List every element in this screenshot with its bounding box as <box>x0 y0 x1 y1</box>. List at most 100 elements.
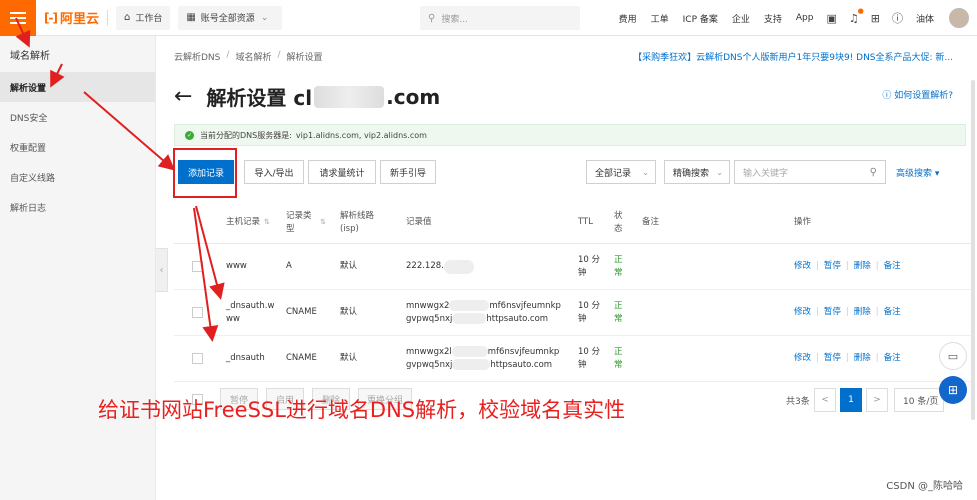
delete-action[interactable]: 删除 <box>854 260 871 273</box>
cell-ttl: 10 分钟 <box>578 300 601 324</box>
redacted-value <box>449 299 490 311</box>
cell-status: 正常 <box>614 300 623 324</box>
request-stats-button[interactable]: 请求量统计 <box>308 160 376 184</box>
delete-action[interactable]: 删除 <box>854 352 871 365</box>
scrollbar[interactable] <box>971 80 975 420</box>
redacted-value <box>451 345 488 357</box>
checkbox[interactable] <box>192 307 203 318</box>
checkbox[interactable] <box>192 261 203 272</box>
sidebar-item-dns-settings[interactable]: 解析设置 <box>0 72 155 102</box>
pager-page-button[interactable]: 1 <box>840 388 862 412</box>
redacted-value <box>452 358 491 370</box>
action-sep: | <box>845 261 849 271</box>
action-sep: | <box>816 353 819 363</box>
breadcrumb-item: 解析设置 <box>286 53 323 63</box>
sidebar-item-custom-line[interactable]: 自定义线路 <box>0 162 155 192</box>
chevron-down-icon: ⌄ <box>642 167 649 177</box>
sidebar-item-dns-security[interactable]: DNS安全 <box>0 102 155 132</box>
advanced-search-link[interactable]: 高级搜索 ▾ <box>896 166 939 179</box>
pause-action[interactable]: 暂停 <box>824 260 841 273</box>
delete-action[interactable]: 删除 <box>854 306 871 319</box>
account-scope-label: 账号全部资源 <box>200 14 255 24</box>
help-link[interactable]: ⓘ 如何设置解析? <box>882 88 953 101</box>
aliyun-logo[interactable]: [-] 阿里云 <box>44 8 99 28</box>
edit-action[interactable]: 修改 <box>794 306 811 319</box>
toolbar: 添加记录 导入/导出 请求量统计 新手引导 全部记录 ⌄ 精确搜索 ⌄ 输入关键… <box>174 160 974 186</box>
breadcrumb-sep: / <box>277 50 281 60</box>
edit-action[interactable]: 修改 <box>794 260 811 273</box>
user-name[interactable]: 油体 <box>916 12 934 25</box>
notification-badge: ● <box>857 6 864 15</box>
table-row: _dnsauth.www CNAME 默认 mnwwgx2 mf6nsvjfeum… <box>174 290 974 336</box>
bell-icon[interactable]: ♫ ● <box>849 7 864 25</box>
caret-down-icon: ▾ <box>934 169 940 179</box>
apps-icon[interactable]: ⊞ <box>939 376 967 404</box>
pager-prev-button[interactable]: < <box>814 388 836 412</box>
cell-actions: 修改 | 暂停 | 删除 | 备注 <box>794 336 901 381</box>
chat-icon[interactable]: ▭ <box>939 342 967 370</box>
breadcrumb-item[interactable]: 云解析DNS <box>174 50 220 63</box>
edit-action[interactable]: 修改 <box>794 352 811 365</box>
menu-icon[interactable] <box>0 0 36 36</box>
col-line: 解析线路(isp) <box>340 202 392 243</box>
keyword-input[interactable]: 输入关键字 ⚲ <box>734 160 886 184</box>
col-type[interactable]: 记录类型 ⇅ <box>286 202 326 243</box>
pause-action[interactable]: 暂停 <box>824 352 841 365</box>
link-icp[interactable]: ICP 备案 <box>683 12 718 25</box>
sidebar-item-log[interactable]: 解析日志 <box>0 192 155 222</box>
cell-line: 默认 <box>340 261 358 271</box>
sidebar-title[interactable]: 域名解析 <box>0 36 155 72</box>
records-table: 主机记录 ⇅ 记录类型 ⇅ 解析线路(isp) 记录值 TTL 状态 备注 操作 w… <box>174 202 974 382</box>
advanced-search-label: 高级搜索 <box>896 169 933 179</box>
link-billing[interactable]: 费用 <box>619 12 637 25</box>
link-enterprise[interactable]: 企业 <box>732 12 750 25</box>
global-search-input[interactable]: ⚲ 搜索... <box>420 6 580 30</box>
col-host[interactable]: 主机记录 ⇅ <box>226 202 274 243</box>
back-arrow-icon[interactable]: ← <box>174 84 192 109</box>
check-circle-icon: ✓ <box>185 130 194 140</box>
value-text: mnwwgx2 <box>406 300 450 311</box>
search-icon[interactable]: ⚲ <box>870 167 877 178</box>
pager-next-button[interactable]: > <box>866 388 888 412</box>
top-links: 费用 工单 ICP 备案 企业 支持 App ▣ ♫ ● ⊞ ⓘ 油体 <box>612 0 969 36</box>
add-record-button[interactable]: 添加记录 <box>178 160 234 184</box>
workbench-button[interactable]: ⌂ 工作台 <box>115 5 171 30</box>
link-app[interactable]: App <box>796 13 814 23</box>
cart-icon[interactable]: ⊞ <box>871 12 880 25</box>
page-title-suffix: .com <box>386 84 441 109</box>
help-icon[interactable]: ⓘ <box>892 10 903 26</box>
link-ticket[interactable]: 工单 <box>651 12 669 25</box>
grid-icon: ▦ <box>186 12 196 23</box>
value-text: mnwwgx2l <box>406 346 452 357</box>
guide-button[interactable]: 新手引导 <box>380 160 436 184</box>
cell-host: _dnsauth.www <box>226 300 275 324</box>
logo-mark: [-] <box>44 10 58 25</box>
cell-actions: 修改 | 暂停 | 删除 | 备注 <box>794 244 901 289</box>
breadcrumb: 云解析DNS / 域名解析 / 解析设置 <box>174 50 323 63</box>
promo-link[interactable]: 【采购季狂欢】云解析DNS个人版新用户1年只要9块9! DNS全系产品大促: 新… <box>633 50 953 63</box>
value-text: mf6nsvjfeumnkp <box>487 346 560 357</box>
value-text: mf6nsvjfeumnkp <box>489 300 561 311</box>
checkbox[interactable] <box>192 353 203 364</box>
remark-action[interactable]: 备注 <box>884 306 901 319</box>
search-type-select[interactable]: 精确搜索 ⌄ <box>664 160 730 184</box>
remark-action[interactable]: 备注 <box>884 260 901 273</box>
row-checkbox[interactable] <box>192 290 203 335</box>
table-row: _dnsauth CNAME 默认 mnwwgx2l mf6nsvjfeumnkp… <box>174 336 974 382</box>
link-support[interactable]: 支持 <box>764 12 782 25</box>
record-filter-select[interactable]: 全部记录 ⌄ <box>586 160 656 184</box>
page-size-select[interactable]: 10 条/页 <box>894 388 944 412</box>
breadcrumb-item[interactable]: 域名解析 <box>235 50 271 63</box>
avatar[interactable] <box>949 8 969 28</box>
terminal-icon[interactable]: ▣ <box>826 12 836 25</box>
pause-action[interactable]: 暂停 <box>824 306 841 319</box>
account-scope-select[interactable]: ▦ 账号全部资源 ⌄ <box>178 5 283 30</box>
page-title: ← 解析设置 cl .com <box>174 82 440 111</box>
import-export-button[interactable]: 导入/导出 <box>244 160 304 184</box>
search-type-label: 精确搜索 <box>673 168 710 179</box>
top-bar: [-] 阿里云 ⌂ 工作台 ▦ 账号全部资源 ⌄ ⚲ 搜索... 费用 工单 I… <box>0 0 977 36</box>
sidebar-item-weight[interactable]: 权重配置 <box>0 132 155 162</box>
remark-action[interactable]: 备注 <box>884 352 901 365</box>
row-checkbox[interactable] <box>192 244 203 289</box>
row-checkbox[interactable] <box>192 336 203 381</box>
